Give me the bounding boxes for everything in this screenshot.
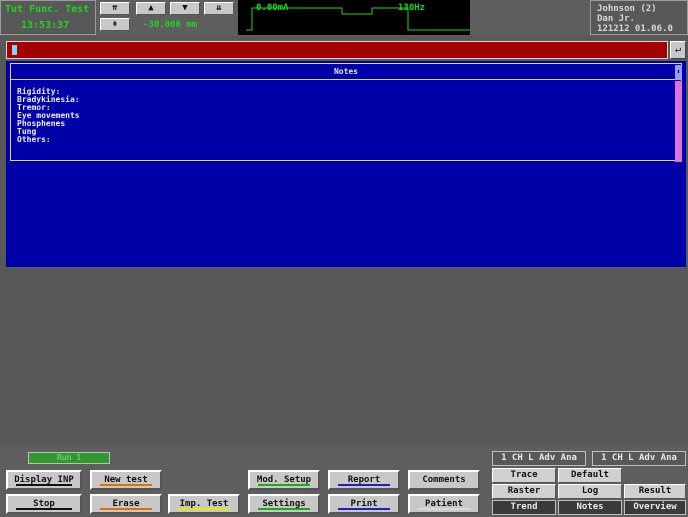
notes-button[interactable]: Notes bbox=[558, 500, 622, 515]
log-button[interactable]: Log bbox=[558, 484, 622, 499]
step-top-button[interactable]: ⇈ bbox=[100, 2, 130, 15]
stop-underline bbox=[16, 508, 72, 510]
channel-select-left[interactable]: 1 CH L Adv Ana bbox=[492, 451, 586, 466]
patient-id-date: 121212 01.06.0 bbox=[597, 24, 673, 34]
imp-test-underline bbox=[178, 508, 230, 510]
print-button[interactable]: Print bbox=[328, 494, 400, 514]
double-up-arrow-icon: ⇈ bbox=[112, 3, 118, 13]
notes-list[interactable]: Rigidity: Bradykinesia: Tremor: Eye move… bbox=[17, 88, 80, 144]
print-underline bbox=[338, 508, 390, 510]
display-inp-button[interactable]: Display INP bbox=[6, 470, 82, 490]
down-arrow-icon: ▼ bbox=[182, 3, 188, 13]
imp-test-button[interactable]: Imp. Test bbox=[168, 494, 240, 514]
trend-button[interactable]: Trend bbox=[492, 500, 556, 515]
patient-name: Johnson (2) bbox=[597, 4, 657, 14]
comments-label: Comments bbox=[422, 475, 466, 485]
command-input-field[interactable] bbox=[6, 41, 668, 59]
step-up-button[interactable]: ▲ bbox=[136, 2, 166, 15]
current-readout: 0.00mA bbox=[256, 3, 289, 13]
mod-setup-button[interactable]: Mod. Setup bbox=[248, 470, 320, 490]
erase-button[interactable]: Erase bbox=[90, 494, 162, 514]
mod-setup-underline bbox=[258, 484, 310, 486]
depth-reset-button[interactable]: ⇞ bbox=[100, 18, 130, 31]
settings-button[interactable]: Settings bbox=[248, 494, 320, 514]
step-down-button[interactable]: ▼ bbox=[170, 2, 200, 15]
text-cursor bbox=[12, 45, 17, 55]
notes-scrollbar[interactable] bbox=[675, 81, 682, 162]
frequency-readout: 130Hz bbox=[398, 3, 426, 13]
run-status-indicator: Run 1 bbox=[28, 452, 110, 464]
clock-time: 13:53:37 bbox=[21, 20, 70, 31]
new-test-underline bbox=[100, 484, 152, 486]
report-underline bbox=[338, 484, 390, 486]
report-button[interactable]: Report bbox=[328, 470, 400, 490]
notes-frame: Notes Rigidity: Bradykinesia: Tremor: Ey… bbox=[10, 63, 682, 162]
erase-underline bbox=[100, 508, 152, 510]
patient-underline bbox=[418, 508, 470, 510]
overview-button[interactable]: Overview bbox=[624, 500, 686, 515]
step-bottom-button[interactable]: ⇊ bbox=[204, 2, 234, 15]
new-test-button[interactable]: New test bbox=[90, 470, 162, 490]
test-title: Tut Func. Test bbox=[5, 4, 90, 15]
notes-title: Notes bbox=[11, 64, 681, 80]
notes-panel: Notes Rigidity: Bradykinesia: Tremor: Ey… bbox=[6, 61, 686, 267]
up-arrow-icon: ▲ bbox=[148, 3, 154, 13]
notes-item-others: Others: bbox=[17, 135, 51, 144]
comments-button[interactable]: Comments bbox=[408, 470, 480, 490]
patient-subname: Dan Jr. bbox=[597, 14, 635, 24]
test-title-box: Tut Func. Test 13:53:37 bbox=[0, 0, 96, 35]
enter-button[interactable]: ↵ bbox=[670, 41, 686, 59]
patient-info-box: Johnson (2) Dan Jr. 121212 01.06.0 bbox=[590, 0, 688, 35]
trace-button[interactable]: Trace bbox=[492, 468, 556, 483]
zero-depth-icon: ⇞ bbox=[112, 19, 118, 29]
raster-button[interactable]: Raster bbox=[492, 484, 556, 499]
double-down-arrow-icon: ⇊ bbox=[216, 3, 222, 13]
depth-readout: -30.000 mm bbox=[143, 20, 198, 30]
channel-select-right[interactable]: 1 CH L Adv Ana bbox=[592, 451, 686, 466]
patient-button[interactable]: Patient bbox=[408, 494, 480, 514]
up-down-arrow-icon: ⬍ bbox=[676, 68, 681, 76]
stop-button[interactable]: Stop bbox=[6, 494, 82, 514]
header-bar: Tut Func. Test 13:53:37 ⇈ ▲ ▼ ⇊ ⇞ -30.00… bbox=[0, 0, 688, 36]
result-button[interactable]: Result bbox=[624, 484, 686, 499]
default-button[interactable]: Default bbox=[558, 468, 622, 483]
settings-underline bbox=[258, 508, 310, 510]
enter-arrow-icon: ↵ bbox=[674, 44, 682, 55]
scroll-arrows-button[interactable]: ⬍ bbox=[675, 65, 682, 80]
display-inp-underline bbox=[16, 484, 72, 486]
